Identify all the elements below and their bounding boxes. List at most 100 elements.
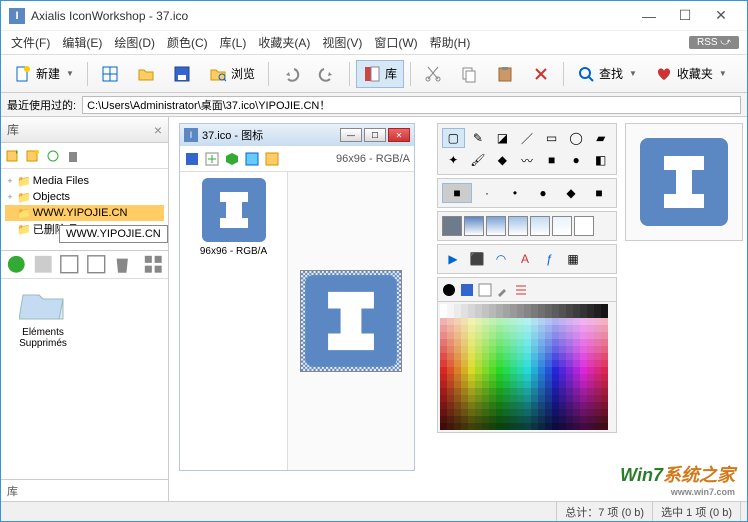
palette-cell[interactable] bbox=[587, 395, 594, 402]
palette-cell[interactable] bbox=[552, 402, 559, 409]
arc-tool[interactable]: ◠ bbox=[490, 249, 512, 269]
palette-cell[interactable] bbox=[496, 353, 503, 360]
palette-cell[interactable] bbox=[461, 360, 468, 367]
palette-cell[interactable] bbox=[587, 339, 594, 346]
palette-cell[interactable] bbox=[594, 353, 601, 360]
palette-cell[interactable] bbox=[601, 339, 608, 346]
palette-cell[interactable] bbox=[566, 388, 573, 395]
palette-cell[interactable] bbox=[524, 381, 531, 388]
palette-cell[interactable] bbox=[538, 318, 545, 325]
palette-cell[interactable] bbox=[531, 311, 538, 318]
grid-window-button[interactable] bbox=[94, 60, 126, 88]
palette-cell[interactable] bbox=[461, 353, 468, 360]
palette-cell[interactable] bbox=[559, 339, 566, 346]
palette-cell[interactable] bbox=[524, 367, 531, 374]
palette-cell[interactable] bbox=[482, 423, 489, 430]
palette-icon[interactable] bbox=[442, 283, 456, 297]
palette-cell[interactable] bbox=[601, 381, 608, 388]
palette-cell[interactable] bbox=[454, 318, 461, 325]
undo-button[interactable] bbox=[275, 60, 307, 88]
palette-cell[interactable] bbox=[503, 409, 510, 416]
palette-cell[interactable] bbox=[552, 416, 559, 423]
palette-cell[interactable] bbox=[594, 325, 601, 332]
palette-cell[interactable] bbox=[559, 304, 566, 311]
palette-cell[interactable] bbox=[517, 381, 524, 388]
tree-item[interactable]: +📁Objects bbox=[5, 189, 164, 205]
palette-cell[interactable] bbox=[510, 423, 517, 430]
palette-cell[interactable] bbox=[524, 388, 531, 395]
palette-cell[interactable] bbox=[566, 346, 573, 353]
maximize-button[interactable]: ☐ bbox=[667, 2, 703, 30]
palette-cell[interactable] bbox=[573, 402, 580, 409]
palette-cell[interactable] bbox=[573, 360, 580, 367]
palette-cell[interactable] bbox=[510, 395, 517, 402]
palette-cell[interactable] bbox=[552, 409, 559, 416]
palette-cell[interactable] bbox=[503, 311, 510, 318]
palette-cell[interactable] bbox=[496, 416, 503, 423]
palette-cell[interactable] bbox=[489, 374, 496, 381]
eraser-tool[interactable]: ◪ bbox=[491, 128, 514, 148]
palette-cell[interactable] bbox=[489, 423, 496, 430]
palette-cell[interactable] bbox=[517, 409, 524, 416]
palette-cell[interactable] bbox=[566, 318, 573, 325]
lib-tool-icon[interactable] bbox=[32, 253, 55, 276]
brush-tool[interactable]: 🖌 bbox=[467, 150, 490, 170]
palette-cell[interactable] bbox=[573, 381, 580, 388]
palette-cell[interactable] bbox=[475, 304, 482, 311]
palette-cell[interactable] bbox=[440, 332, 447, 339]
palette-cell[interactable] bbox=[566, 339, 573, 346]
palette-cell[interactable] bbox=[552, 304, 559, 311]
palette-cell[interactable] bbox=[440, 304, 447, 311]
icon-canvas[interactable] bbox=[300, 270, 402, 372]
palette-cell[interactable] bbox=[482, 374, 489, 381]
palette-cell[interactable] bbox=[496, 332, 503, 339]
palette-cell[interactable] bbox=[454, 360, 461, 367]
lib-tool-icon[interactable] bbox=[5, 253, 28, 276]
new-button[interactable]: 新建 ▼ bbox=[7, 60, 81, 88]
palette-cell[interactable] bbox=[440, 311, 447, 318]
palette-cell[interactable] bbox=[517, 311, 524, 318]
swatch[interactable] bbox=[574, 216, 594, 236]
palette-cell[interactable] bbox=[503, 346, 510, 353]
palette-cell[interactable] bbox=[566, 423, 573, 430]
palette-cell[interactable] bbox=[587, 367, 594, 374]
document-titlebar[interactable]: I 37.ico - 图标 — ☐ ✕ bbox=[180, 124, 414, 146]
palette-cell[interactable] bbox=[503, 325, 510, 332]
palette-cell[interactable] bbox=[538, 311, 545, 318]
palette-cell[interactable] bbox=[566, 409, 573, 416]
palette-cell[interactable] bbox=[587, 388, 594, 395]
swatch[interactable] bbox=[442, 216, 462, 236]
palette-cell[interactable] bbox=[524, 423, 531, 430]
palette-cell[interactable] bbox=[559, 409, 566, 416]
palette-cell[interactable] bbox=[447, 423, 454, 430]
palette-cell[interactable] bbox=[447, 339, 454, 346]
palette-cell[interactable] bbox=[454, 311, 461, 318]
ellipse-tool[interactable]: ◯ bbox=[565, 128, 588, 148]
palette-cell[interactable] bbox=[559, 318, 566, 325]
palette-cell[interactable] bbox=[468, 353, 475, 360]
palette-cell[interactable] bbox=[503, 402, 510, 409]
palette-cell[interactable] bbox=[601, 318, 608, 325]
palette-cell[interactable] bbox=[510, 311, 517, 318]
palette-cell[interactable] bbox=[447, 325, 454, 332]
icon-format-item[interactable]: 96x96 - RGB/A bbox=[186, 178, 281, 257]
palette-cell[interactable] bbox=[503, 367, 510, 374]
palette-cell[interactable] bbox=[538, 339, 545, 346]
palette-cell[interactable] bbox=[482, 318, 489, 325]
palette-cell[interactable] bbox=[468, 339, 475, 346]
pencil-tool[interactable]: ✎ bbox=[467, 128, 490, 148]
doc-add-icon[interactable] bbox=[204, 151, 220, 167]
wand-tool[interactable]: ✦ bbox=[442, 150, 465, 170]
palette-cell[interactable] bbox=[517, 388, 524, 395]
palette-cell[interactable] bbox=[594, 304, 601, 311]
palette-cell[interactable] bbox=[545, 318, 552, 325]
palette-cell[interactable] bbox=[475, 381, 482, 388]
palette-cell[interactable] bbox=[573, 318, 580, 325]
palette-cell[interactable] bbox=[517, 325, 524, 332]
palette-cell[interactable] bbox=[482, 367, 489, 374]
palette-cell[interactable] bbox=[545, 332, 552, 339]
palette-cell[interactable] bbox=[580, 346, 587, 353]
palette-cell[interactable] bbox=[482, 409, 489, 416]
palette-cell[interactable] bbox=[545, 402, 552, 409]
palette-cell[interactable] bbox=[468, 360, 475, 367]
